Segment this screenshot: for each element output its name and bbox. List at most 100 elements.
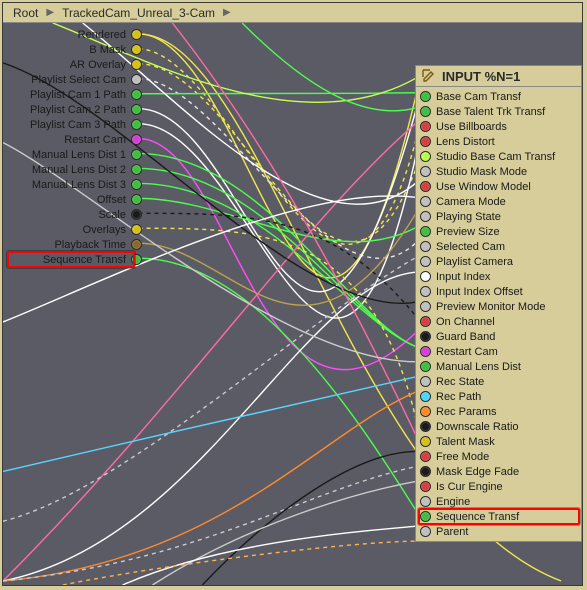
output-port[interactable]: Restart Cam	[3, 132, 146, 147]
breadcrumb[interactable]: Root ▶ TrackedCam_Unreal_3-Cam ▶	[3, 3, 582, 23]
input-port[interactable]: Sequence Transf	[416, 509, 581, 524]
port-dot-icon[interactable]	[420, 481, 431, 492]
breadcrumb-root[interactable]: Root	[9, 6, 42, 20]
input-port[interactable]: Guard Band	[416, 329, 581, 344]
output-port[interactable]: Overlays	[3, 222, 146, 237]
input-port[interactable]: Input Index	[416, 269, 581, 284]
output-port[interactable]: Playlist Cam 2 Path	[3, 102, 146, 117]
edit-icon	[422, 69, 436, 83]
output-port[interactable]: Manual Lens Dist 1	[3, 147, 146, 162]
input-port[interactable]: Engine	[416, 494, 581, 509]
output-port[interactable]: Playback Time	[3, 237, 146, 252]
port-dot-icon[interactable]	[131, 119, 142, 130]
breadcrumb-item[interactable]: TrackedCam_Unreal_3-Cam	[58, 6, 219, 20]
port-dot-icon[interactable]	[420, 151, 431, 162]
port-dot-icon[interactable]	[420, 286, 431, 297]
port-dot-icon[interactable]	[131, 59, 142, 70]
input-port[interactable]: Playing State	[416, 209, 581, 224]
output-port[interactable]: AR Overlay	[3, 57, 146, 72]
input-node[interactable]: INPUT %N=1 Base Cam TransfBase Talent Tr…	[415, 65, 582, 542]
input-port[interactable]: Studio Base Cam Transf	[416, 149, 581, 164]
port-dot-icon[interactable]	[420, 196, 431, 207]
port-dot-icon[interactable]	[420, 226, 431, 237]
port-dot-icon[interactable]	[420, 316, 431, 327]
port-dot-icon[interactable]	[131, 164, 142, 175]
output-port[interactable]: Rendered	[3, 27, 146, 42]
output-port[interactable]: B Mask	[3, 42, 146, 57]
output-node[interactable]: RenderedB MaskAR OverlayPlaylist Select …	[3, 27, 146, 267]
node-graph-canvas[interactable]: RenderedB MaskAR OverlayPlaylist Select …	[3, 23, 582, 585]
port-dot-icon[interactable]	[420, 421, 431, 432]
port-dot-icon[interactable]	[420, 301, 431, 312]
port-dot-icon[interactable]	[420, 136, 431, 147]
input-port[interactable]: Base Talent Trk Transf	[416, 104, 581, 119]
port-dot-icon[interactable]	[420, 451, 431, 462]
port-dot-icon[interactable]	[420, 361, 431, 372]
input-port[interactable]: Is Cur Engine	[416, 479, 581, 494]
input-port[interactable]: Base Cam Transf	[416, 89, 581, 104]
port-dot-icon[interactable]	[420, 241, 431, 252]
port-dot-icon[interactable]	[420, 391, 431, 402]
port-dot-icon[interactable]	[131, 149, 142, 160]
port-dot-icon[interactable]	[420, 211, 431, 222]
port-dot-icon[interactable]	[420, 406, 431, 417]
input-port[interactable]: Free Mode	[416, 449, 581, 464]
input-port[interactable]: Rec Params	[416, 404, 581, 419]
input-port[interactable]: Talent Mask	[416, 434, 581, 449]
output-port[interactable]: Manual Lens Dist 3	[3, 177, 146, 192]
port-dot-icon[interactable]	[420, 346, 431, 357]
port-dot-icon[interactable]	[131, 239, 142, 250]
output-port[interactable]: Playlist Select Cam	[3, 72, 146, 87]
port-dot-icon[interactable]	[420, 331, 431, 342]
port-dot-icon[interactable]	[420, 496, 431, 507]
input-node-title[interactable]: INPUT %N=1	[415, 65, 582, 87]
input-port[interactable]: Manual Lens Dist	[416, 359, 581, 374]
port-dot-icon[interactable]	[131, 224, 142, 235]
output-port[interactable]: Playlist Cam 3 Path	[3, 117, 146, 132]
input-port[interactable]: Downscale Ratio	[416, 419, 581, 434]
port-dot-icon[interactable]	[420, 106, 431, 117]
input-port[interactable]: Selected Cam	[416, 239, 581, 254]
input-port[interactable]: Preview Monitor Mode	[416, 299, 581, 314]
input-port[interactable]: On Channel	[416, 314, 581, 329]
port-dot-icon[interactable]	[420, 166, 431, 177]
port-dot-icon[interactable]	[420, 376, 431, 387]
input-port[interactable]: Studio Mask Mode	[416, 164, 581, 179]
port-dot-icon[interactable]	[131, 29, 142, 40]
port-dot-icon[interactable]	[420, 181, 431, 192]
input-port[interactable]: Restart Cam	[416, 344, 581, 359]
port-dot-icon[interactable]	[131, 89, 142, 100]
input-port[interactable]: Parent	[416, 524, 581, 539]
input-port[interactable]: Input Index Offset	[416, 284, 581, 299]
output-port[interactable]: Sequence Transf	[3, 252, 146, 267]
port-dot-icon[interactable]	[131, 209, 142, 220]
input-port[interactable]: Use Billboards	[416, 119, 581, 134]
port-dot-icon[interactable]	[131, 194, 142, 205]
port-dot-icon[interactable]	[420, 526, 431, 537]
input-port[interactable]: Playlist Camera	[416, 254, 581, 269]
port-dot-icon[interactable]	[131, 74, 142, 85]
input-port[interactable]: Preview Size	[416, 224, 581, 239]
port-dot-icon[interactable]	[131, 134, 142, 145]
input-port[interactable]: Camera Mode	[416, 194, 581, 209]
port-dot-icon[interactable]	[131, 104, 142, 115]
port-dot-icon[interactable]	[420, 271, 431, 282]
port-dot-icon[interactable]	[131, 254, 142, 265]
port-dot-icon[interactable]	[420, 436, 431, 447]
port-dot-icon[interactable]	[420, 466, 431, 477]
output-port[interactable]: Manual Lens Dist 2	[3, 162, 146, 177]
port-dot-icon[interactable]	[420, 91, 431, 102]
port-dot-icon[interactable]	[420, 511, 431, 522]
output-port[interactable]: Playlist Cam 1 Path	[3, 87, 146, 102]
input-port[interactable]: Lens Distort	[416, 134, 581, 149]
output-port[interactable]: Offset	[3, 192, 146, 207]
port-dot-icon[interactable]	[420, 121, 431, 132]
port-dot-icon[interactable]	[131, 179, 142, 190]
input-port[interactable]: Rec State	[416, 374, 581, 389]
port-dot-icon[interactable]	[420, 256, 431, 267]
port-dot-icon[interactable]	[131, 44, 142, 55]
input-port[interactable]: Rec Path	[416, 389, 581, 404]
input-port[interactable]: Mask Edge Fade	[416, 464, 581, 479]
output-port[interactable]: Scale	[3, 207, 146, 222]
input-port[interactable]: Use Window Model	[416, 179, 581, 194]
